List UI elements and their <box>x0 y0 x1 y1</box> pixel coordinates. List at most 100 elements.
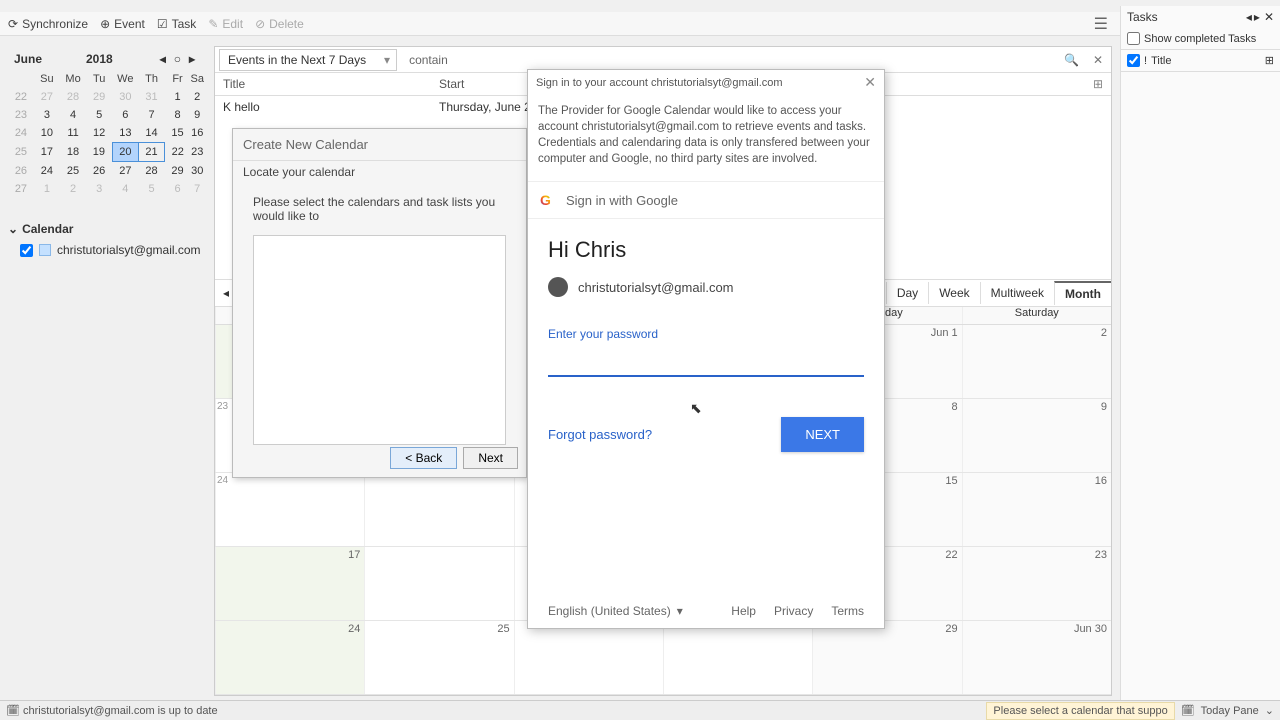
next-month-icon[interactable]: ▸ <box>186 52 198 66</box>
google-logo-icon <box>540 192 556 208</box>
mini-cal-day[interactable]: 7 <box>139 106 165 124</box>
mini-cal-day[interactable]: 7 <box>190 180 204 198</box>
mini-cal-day[interactable]: 28 <box>139 162 165 181</box>
day-cell[interactable] <box>215 473 364 546</box>
close-icon[interactable]: ✕ <box>864 74 876 91</box>
mini-cal-day[interactable]: 12 <box>86 124 112 143</box>
mini-cal-day[interactable]: 2 <box>190 88 204 106</box>
today-icon[interactable]: ○ <box>171 52 184 66</box>
tasks-col-title[interactable]: Title <box>1151 55 1171 67</box>
column-picker-icon[interactable]: ⊞ <box>1085 73 1111 95</box>
synchronize-button[interactable]: ⟳Synchronize <box>8 17 88 31</box>
calendar-checkbox[interactable] <box>20 244 33 257</box>
month-label[interactable]: June <box>14 52 42 66</box>
mini-cal-day[interactable]: 18 <box>60 143 86 162</box>
mini-cal-day[interactable]: 3 <box>34 106 60 124</box>
mini-cal-day[interactable]: 1 <box>34 180 60 198</box>
events-range-dropdown[interactable]: Events in the Next 7 Days <box>219 49 397 71</box>
mini-cal-day[interactable]: 9 <box>190 106 204 124</box>
search-icon[interactable]: 🔍 <box>1058 53 1085 67</box>
mini-cal-day[interactable]: 16 <box>190 124 204 143</box>
mini-cal-day[interactable]: 10 <box>34 124 60 143</box>
calendar-item[interactable]: christutorialsyt@gmail.com <box>8 240 204 260</box>
show-completed-checkbox[interactable] <box>1127 32 1140 45</box>
password-input[interactable] <box>548 347 864 377</box>
mini-cal-day[interactable]: 13 <box>112 124 138 143</box>
mini-cal-day[interactable]: 21 <box>139 143 165 162</box>
mini-cal-day[interactable]: 30 <box>112 88 138 106</box>
calendar-select-list[interactable] <box>253 235 506 445</box>
day-cell[interactable]: 25 <box>364 621 513 694</box>
mini-cal-day[interactable]: 31 <box>139 88 165 106</box>
new-task-button[interactable]: ☑Task <box>157 17 196 31</box>
mini-cal-day[interactable]: 6 <box>112 106 138 124</box>
mini-cal-day[interactable]: 3 <box>86 180 112 198</box>
signin-next-button[interactable]: NEXT <box>781 417 864 452</box>
privacy-link[interactable]: Privacy <box>774 604 813 618</box>
tasks-col-checkbox[interactable] <box>1127 54 1140 67</box>
mini-cal-day[interactable]: 11 <box>60 124 86 143</box>
mini-cal-day[interactable]: 2 <box>60 180 86 198</box>
terms-link[interactable]: Terms <box>831 604 864 618</box>
year-label[interactable]: 2018 <box>86 52 113 66</box>
col-title[interactable]: Title <box>215 73 431 95</box>
menu-icon[interactable]: ☰ <box>1094 14 1108 34</box>
mini-cal-day[interactable]: 1 <box>165 88 191 106</box>
today-pane-toggle[interactable]: Today Pane <box>1195 705 1265 717</box>
tasks-prev-icon[interactable]: ◂ <box>1246 10 1252 24</box>
day-cell[interactable]: 16 <box>962 473 1111 546</box>
day-cell[interactable]: 9 <box>962 399 1111 472</box>
mini-cal-day[interactable]: 23 <box>190 143 204 162</box>
day-cell[interactable]: 17 <box>215 547 364 620</box>
next-button[interactable]: Next <box>463 447 518 469</box>
mini-calendar[interactable]: SuMoTuWeThFrSa 2227282930311223345678924… <box>8 70 204 198</box>
mini-cal-day[interactable]: 27 <box>112 162 138 181</box>
account-chip[interactable]: christutorialsyt@gmail.com <box>548 277 864 297</box>
forgot-password-link[interactable]: Forgot password? <box>548 427 652 442</box>
mini-cal-day[interactable]: 17 <box>34 143 60 162</box>
mini-cal-day[interactable]: 4 <box>112 180 138 198</box>
day-cell[interactable]: 2 <box>962 325 1111 398</box>
prev-month-icon[interactable]: ◂ <box>157 52 169 66</box>
mini-cal-day[interactable]: 29 <box>165 162 191 181</box>
view-multiweek[interactable]: Multiweek <box>980 282 1054 304</box>
mini-cal-day[interactable]: 5 <box>139 180 165 198</box>
mini-cal-day[interactable]: 14 <box>139 124 165 143</box>
mini-cal-day[interactable]: 28 <box>60 88 86 106</box>
day-cell[interactable] <box>663 621 812 694</box>
mini-cal-day[interactable]: 15 <box>165 124 191 143</box>
help-link[interactable]: Help <box>731 604 756 618</box>
mini-cal-day[interactable]: 8 <box>165 106 191 124</box>
mini-cal-day[interactable]: 19 <box>86 143 112 162</box>
calendar-section-header[interactable]: ⌄ Calendar <box>8 218 204 240</box>
mini-cal-day[interactable]: 24 <box>34 162 60 181</box>
mini-cal-day[interactable]: 5 <box>86 106 112 124</box>
tasks-col-picker-icon[interactable]: ⊞ <box>1265 54 1274 67</box>
tasks-next-icon[interactable]: ▸ <box>1254 10 1260 24</box>
mini-cal-day[interactable]: 27 <box>34 88 60 106</box>
mini-cal-day[interactable]: 29 <box>86 88 112 106</box>
day-cell[interactable]: 29 <box>812 621 961 694</box>
mini-cal-day[interactable]: 20 <box>112 143 138 162</box>
language-dropdown[interactable]: English (United States)▾ <box>548 604 683 618</box>
mini-cal-day[interactable]: 6 <box>165 180 191 198</box>
tasks-close-icon[interactable]: ✕ <box>1264 10 1274 24</box>
view-day[interactable]: Day <box>886 282 928 304</box>
today-pane-chevron-icon[interactable]: ⌄ <box>1265 704 1274 717</box>
view-month[interactable]: Month <box>1054 281 1111 305</box>
new-event-button[interactable]: ⊕Event <box>100 17 145 31</box>
mini-cal-day[interactable]: 26 <box>86 162 112 181</box>
day-cell[interactable] <box>364 547 513 620</box>
day-cell[interactable]: Jun 30 <box>962 621 1111 694</box>
mini-cal-day[interactable]: 4 <box>60 106 86 124</box>
day-cell[interactable] <box>364 473 513 546</box>
day-cell[interactable] <box>514 621 663 694</box>
mini-cal-day[interactable]: 30 <box>190 162 204 181</box>
day-cell[interactable]: 23 <box>962 547 1111 620</box>
mini-cal-day[interactable]: 25 <box>60 162 86 181</box>
view-week[interactable]: Week <box>928 282 979 304</box>
back-button[interactable]: < Back <box>390 447 457 469</box>
close-filter-icon[interactable]: ✕ <box>1085 53 1111 67</box>
mini-cal-day[interactable]: 22 <box>165 143 191 162</box>
day-cell[interactable]: 24 <box>215 621 364 694</box>
